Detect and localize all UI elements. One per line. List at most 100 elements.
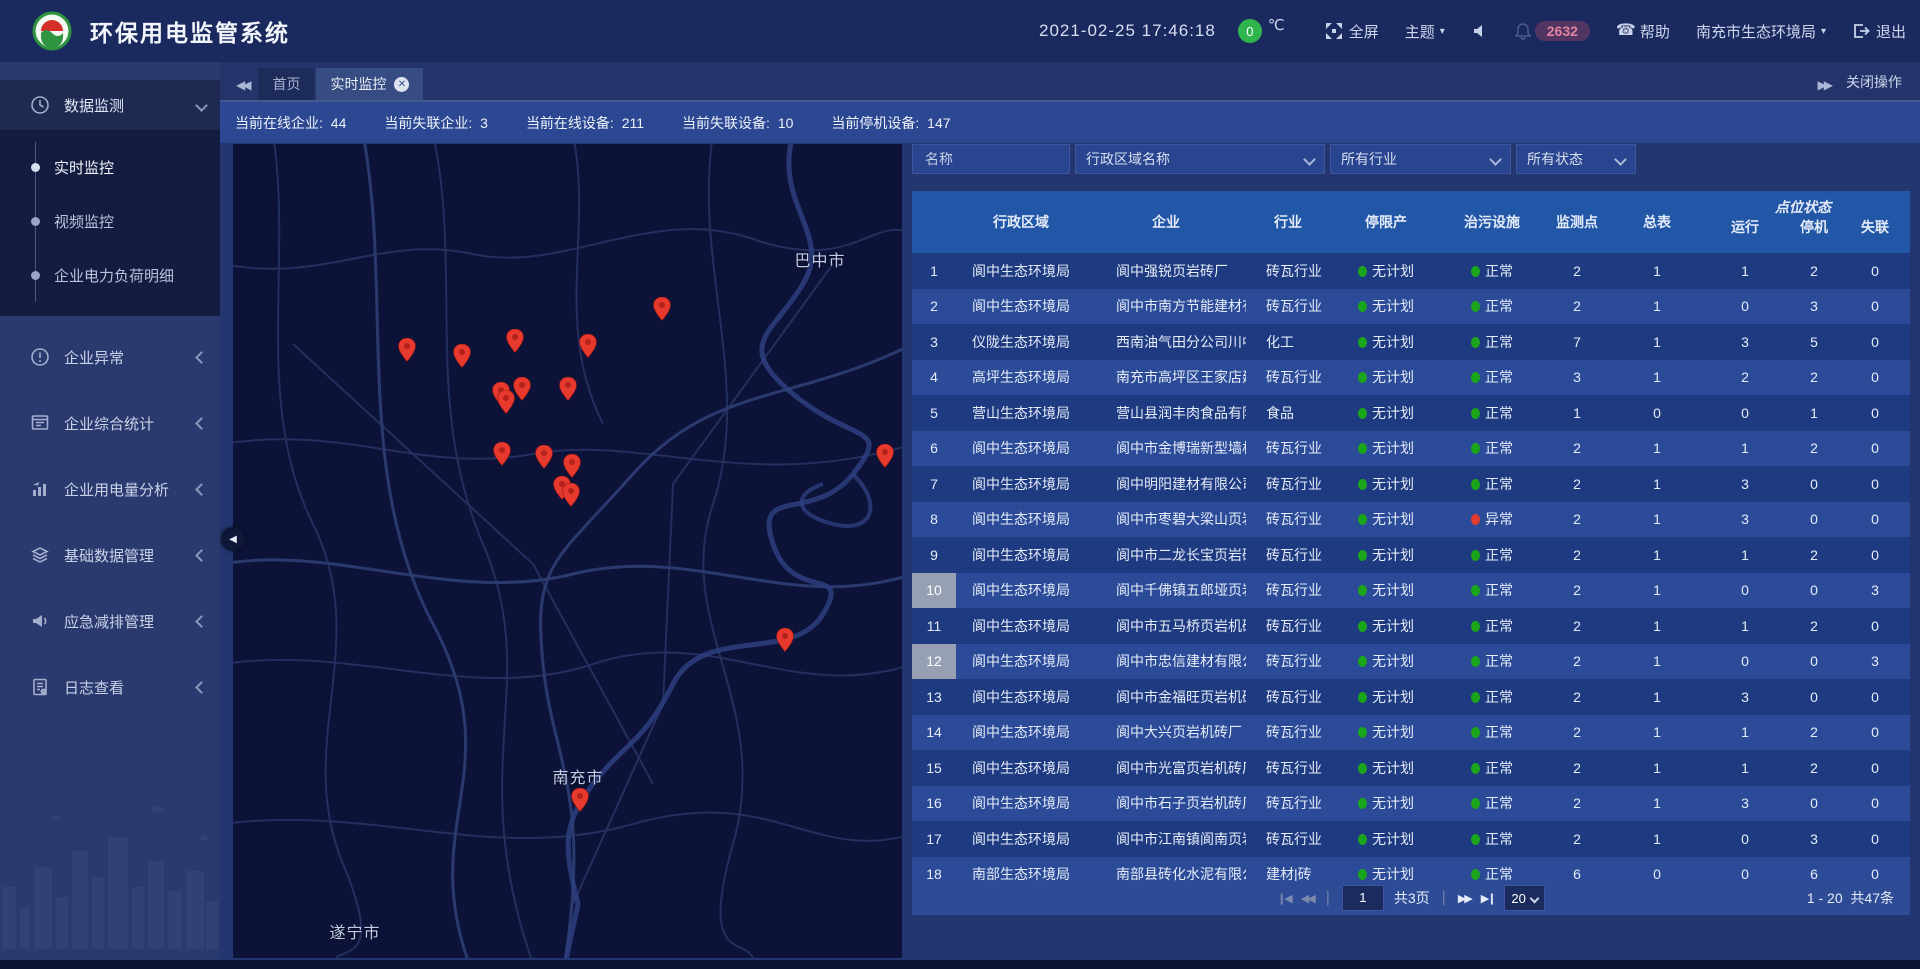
chart-icon [30, 479, 50, 499]
cell-halted: 3 [1788, 298, 1840, 314]
table-row[interactable]: 4 高坪生态环境局 南充市高坪区王家店建 砖瓦行业 无计划 正常 3 1 2 2… [912, 360, 1910, 396]
status-dot-green [1471, 266, 1480, 277]
map-pin[interactable] [653, 297, 671, 321]
status-dot-green [1358, 621, 1367, 632]
tab-close-icon[interactable]: ✕ [394, 77, 409, 92]
table-row[interactable]: 16 阆中生态环境局 阆中市石子页岩机砖厂 砖瓦行业 无计划 正常 2 1 3 … [912, 786, 1910, 822]
table-row[interactable]: 10 阆中生态环境局 阆中千佛镇五郎垭页岩 砖瓦行业 无计划 正常 2 1 0 … [912, 573, 1910, 609]
table-row[interactable]: 5 营山生态环境局 营山县润丰肉食品有限 食品 无计划 正常 1 0 0 1 0 [912, 395, 1910, 431]
org-dropdown[interactable]: 南充市生态环境局▾ [1696, 21, 1826, 42]
status-dot-green [1471, 585, 1480, 596]
table-row[interactable]: 3 仪陇生态环境局 西南油气田分公司川中 化工 无计划 正常 7 1 3 5 0 [912, 324, 1910, 360]
name-filter-field[interactable] [912, 144, 1070, 174]
cell-monitor-points: 2 [1542, 831, 1612, 847]
cell-company: 阆中市江南镇阆南页岩 [1086, 829, 1246, 849]
map-pin[interactable] [513, 377, 531, 401]
tab-realtime[interactable]: 实时监控✕ [316, 68, 423, 100]
map-panel[interactable]: 巴中市南充市遂宁市 [233, 144, 902, 958]
region-filter-select[interactable]: 行政区域名称 [1075, 144, 1325, 174]
status-dot-green [1358, 834, 1367, 845]
sidebar-section-enterprise-statistics: 企业综合统计 [0, 398, 220, 448]
cell-halted: 1 [1788, 405, 1840, 421]
table-row[interactable]: 13 阆中生态环境局 阆中市金福旺页岩机砖 砖瓦行业 无计划 正常 2 1 3 … [912, 679, 1910, 715]
table-row[interactable]: 6 阆中生态环境局 阆中市金博瑞新型墙材 砖瓦行业 无计划 正常 2 1 1 2… [912, 431, 1910, 467]
status-dot-green [1471, 372, 1480, 383]
cell-index: 12 [912, 644, 956, 680]
map-pin[interactable] [535, 445, 553, 469]
sidebar-subitem-power-load-detail[interactable]: 企业电力负荷明细 [0, 248, 220, 302]
table-row[interactable]: 15 阆中生态环境局 阆中市光富页岩机砖厂 砖瓦行业 无计划 正常 2 1 1 … [912, 750, 1910, 786]
tabs-scroll-right-button[interactable]: ▶▶ [1818, 78, 1830, 92]
exit-button[interactable]: 退出 [1852, 21, 1906, 42]
sidebar-subitem-video-monitoring[interactable]: 视频监控 [0, 194, 220, 248]
map-pin[interactable] [398, 338, 416, 362]
close-operations-button[interactable]: 关闭操作 [1846, 72, 1902, 92]
map-pin[interactable] [776, 628, 794, 652]
page-number-input[interactable]: 1 [1342, 885, 1384, 911]
tab-home[interactable]: 首页 [258, 68, 314, 100]
fullscreen-button[interactable]: 全屏 [1325, 21, 1379, 42]
map-pin[interactable] [876, 444, 894, 468]
cell-disconnected: 0 [1840, 760, 1910, 776]
status-filter-select[interactable]: 所有状态 [1516, 144, 1636, 174]
cell-monitor-points: 2 [1542, 440, 1612, 456]
sidebar-item-enterprise-statistics[interactable]: 企业综合统计 [0, 398, 220, 448]
next-page-button[interactable]: ▶▶ [1458, 892, 1471, 905]
first-page-button[interactable]: ❙◀ [1277, 892, 1291, 905]
sidebar-item-data-monitoring[interactable]: 数据监测 [0, 80, 220, 130]
phone-icon: ☎ [1616, 22, 1634, 40]
cell-industry: 砖瓦行业 [1246, 580, 1330, 600]
cell-running: 0 [1702, 298, 1788, 314]
cell-region: 阆中生态环境局 [956, 793, 1086, 813]
table-row[interactable]: 9 阆中生态环境局 阆中市二龙长宝页岩砖 砖瓦行业 无计划 正常 2 1 1 2… [912, 537, 1910, 573]
sidebar-subitem-realtime-monitoring[interactable]: 实时监控 [0, 140, 220, 194]
table-row[interactable]: 8 阆中生态环境局 阆中市枣碧大梁山页岩 砖瓦行业 无计划 异常 2 1 3 0… [912, 502, 1910, 538]
sidebar-item-emergency-reduction[interactable]: 应急减排管理 [0, 596, 220, 646]
col-monitor-points: 监测点 [1542, 212, 1612, 232]
tabs-scroll-left-button[interactable]: ◀◀ [236, 78, 248, 92]
cell-running: 3 [1702, 334, 1788, 350]
cell-disconnected: 0 [1840, 511, 1910, 527]
prev-page-button[interactable]: ◀◀ [1301, 892, 1314, 905]
stat-online-enterprises: 当前在线企业: 44 [235, 113, 346, 133]
sound-button[interactable] [1471, 22, 1489, 40]
table-row[interactable]: 18 南部生态环境局 南部县砖化水泥有限公 建材|砖 无计划 正常 6 0 0 … [912, 857, 1910, 882]
megaphone-icon [30, 611, 50, 631]
theme-dropdown[interactable]: 主题▾ [1405, 21, 1445, 42]
name-filter-input[interactable] [923, 150, 1059, 168]
map-collapse-button[interactable]: ◀ [221, 527, 245, 551]
notification-button[interactable]: 2632 [1515, 21, 1590, 41]
sidebar-item-enterprise-abnormal[interactable]: 企业异常 [0, 332, 220, 382]
table-row[interactable]: 17 阆中生态环境局 阆中市江南镇阆南页岩 砖瓦行业 无计划 正常 2 1 0 … [912, 821, 1910, 857]
map-pin[interactable] [559, 377, 577, 401]
sidebar-item-log-view[interactable]: 日志查看 [0, 662, 220, 712]
map-pin[interactable] [579, 334, 597, 358]
col-industry: 行业 [1246, 212, 1330, 232]
sidebar-item-basic-data-management[interactable]: 基础数据管理 [0, 530, 220, 580]
table-row[interactable]: 1 阆中生态环境局 阆中强锐页岩砖厂 砖瓦行业 无计划 正常 2 1 1 2 0 [912, 253, 1910, 289]
table-row[interactable]: 2 阆中生态环境局 阆中市南方节能建材有 砖瓦行业 无计划 正常 2 1 0 3… [912, 289, 1910, 325]
cell-region: 阆中生态环境局 [956, 261, 1086, 281]
map-pin[interactable] [497, 390, 515, 414]
map-pin[interactable] [563, 454, 581, 478]
log-icon [30, 677, 50, 697]
cell-halted: 6 [1788, 866, 1840, 881]
table-row[interactable]: 11 阆中生态环境局 阆中市五马桥页岩机砖 砖瓦行业 无计划 正常 2 1 1 … [912, 608, 1910, 644]
map-pin[interactable] [571, 788, 589, 812]
app-root: 环保用电监管系统 2021-02-25 17:46:18 0 ℃ 全屏 主题▾ [0, 0, 1920, 969]
last-page-button[interactable]: ▶❙ [1481, 892, 1495, 905]
table-row[interactable]: 12 阆中生态环境局 阆中市忠信建材有限公 砖瓦行业 无计划 正常 2 1 0 … [912, 644, 1910, 680]
map-pin[interactable] [453, 344, 471, 368]
table-row[interactable]: 14 阆中生态环境局 阆中大兴页岩机砖厂 砖瓦行业 无计划 正常 2 1 1 2… [912, 715, 1910, 751]
sidebar-item-power-usage-analysis[interactable]: 企业用电量分析 [0, 464, 220, 514]
table-row[interactable]: 7 阆中生态环境局 阆中明阳建材有限公司 砖瓦行业 无计划 正常 2 1 3 0… [912, 466, 1910, 502]
cell-halted: 0 [1788, 476, 1840, 492]
map-pin[interactable] [506, 329, 524, 353]
cell-disconnected: 0 [1840, 298, 1910, 314]
industry-filter-select[interactable]: 所有行业 [1330, 144, 1511, 174]
status-dot-green [1471, 550, 1480, 561]
map-pin[interactable] [562, 483, 580, 507]
map-pin[interactable] [493, 442, 511, 466]
page-size-select[interactable]: 20 [1504, 885, 1544, 911]
help-button[interactable]: ☎ 帮助 [1616, 21, 1670, 42]
